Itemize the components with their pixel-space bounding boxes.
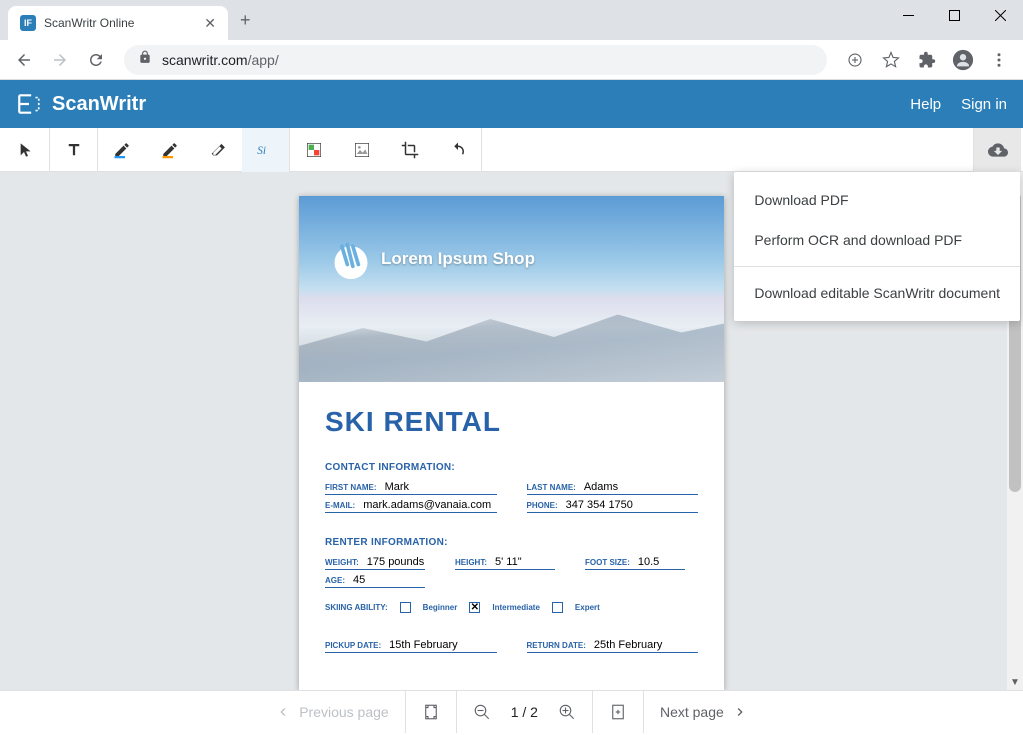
window-controls [885,0,1023,30]
menu-icon[interactable] [983,44,1015,76]
app-header: ScanWritr Help Sign in [0,80,1023,128]
crop-tool[interactable] [386,128,434,172]
document-title: SKI RENTAL [325,406,698,438]
extension-icon[interactable] [911,44,943,76]
fit-page-button[interactable] [422,703,440,721]
document-hero: Lorem Ipsum Shop [299,196,724,382]
cursor-tool[interactable] [2,128,50,172]
renter-section-header: RENTER INFORMATION: [325,537,698,548]
browser-titlebar: IF ScanWritr Online ✕ + [0,0,1023,40]
return-value: 25th February [594,639,662,651]
last-name-value: Adams [584,481,618,493]
scroll-down-icon[interactable]: ▼ [1007,674,1023,690]
pen-orange-tool[interactable] [146,128,194,172]
bottom-bar: Previous page 1 / 2 Next page [0,690,1023,733]
reload-button[interactable] [80,44,112,76]
url-text: scanwritr.com/app/ [162,52,279,68]
foot-size-value: 10.5 [638,556,659,568]
weight-value: 175 pounds [367,556,425,568]
chevron-right-icon [732,704,748,720]
image-gray-tool[interactable] [338,128,386,172]
zoom-icon[interactable] [839,44,871,76]
ski-logo-icon [329,237,373,281]
next-page-button[interactable]: Next page [660,704,748,720]
maximize-button[interactable] [931,0,977,30]
star-icon[interactable] [875,44,907,76]
beginner-checkbox [400,602,411,613]
hero-text: Lorem Ipsum Shop [381,249,535,269]
zoom-in-button[interactable] [558,703,576,721]
rotate-tool[interactable] [434,128,482,172]
eraser-tool[interactable] [194,128,242,172]
back-button[interactable] [8,44,40,76]
previous-page-button[interactable]: Previous page [275,704,389,720]
height-value: 5' 11" [495,556,522,568]
document-page[interactable]: Lorem Ipsum Shop SKI RENTAL CONTACT INFO… [299,196,724,690]
page-indicator: 1 / 2 [505,704,544,720]
svg-text:Si: Si [257,144,266,156]
new-tab-button[interactable]: + [228,10,263,31]
pickup-value: 15th February [389,639,457,651]
image-color-tool[interactable] [290,128,338,172]
text-tool[interactable] [50,128,98,172]
profile-icon[interactable] [947,44,979,76]
browser-addressbar: scanwritr.com/app/ [0,40,1023,80]
favicon: IF [20,15,36,31]
phone-value: 347 354 1750 [566,499,633,511]
close-window-button[interactable] [977,0,1023,30]
chevron-left-icon [275,704,291,720]
download-button[interactable] [973,128,1021,172]
signature-tool[interactable]: Si [242,128,290,172]
download-ocr-pdf-item[interactable]: Perform OCR and download PDF [734,220,1020,260]
email-value: mark.adams@vanaia.com [363,499,491,511]
contact-section-header: CONTACT INFORMATION: [325,462,698,473]
minimize-button[interactable] [885,0,931,30]
signin-link[interactable]: Sign in [961,96,1007,113]
app-logo[interactable]: ScanWritr [16,91,146,117]
tab-title: ScanWritr Online [44,16,196,30]
help-link[interactable]: Help [910,96,941,113]
address-bar[interactable]: scanwritr.com/app/ [124,45,827,75]
browser-tab[interactable]: IF ScanWritr Online ✕ [8,6,228,40]
download-editable-item[interactable]: Download editable ScanWritr document [734,273,1020,313]
lock-icon [138,50,152,69]
pen-blue-tool[interactable] [98,128,146,172]
expert-checkbox [552,602,563,613]
download-menu: Download PDF Perform OCR and download PD… [734,172,1020,321]
add-page-button[interactable] [609,703,627,721]
intermediate-checkbox [469,602,480,613]
app-name: ScanWritr [52,93,146,116]
menu-divider [734,266,1020,267]
close-tab-icon[interactable]: ✕ [204,15,216,32]
download-pdf-item[interactable]: Download PDF [734,180,1020,220]
scanwritr-logo-icon [16,91,42,117]
first-name-value: Mark [385,481,409,493]
app-toolbar: Si Download PDF Perform OCR and download… [0,128,1023,172]
forward-button[interactable] [44,44,76,76]
zoom-out-button[interactable] [473,703,491,721]
age-value: 45 [353,574,365,586]
